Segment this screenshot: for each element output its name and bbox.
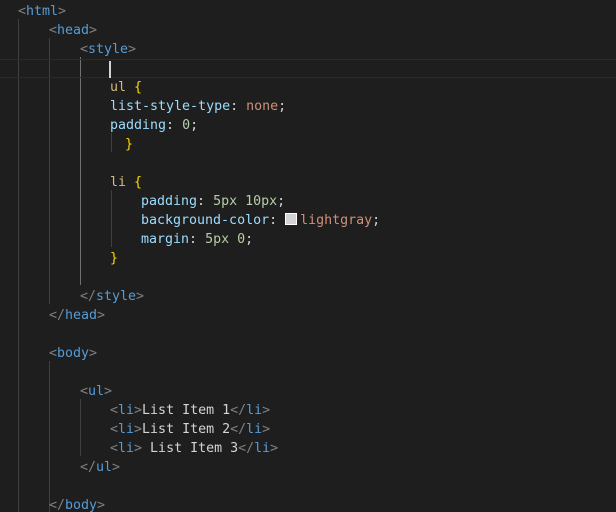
tag-bracket: < [80,384,89,399]
code-line[interactable]: <li>List Item 1</li> [110,401,270,420]
code-line[interactable]: <style> [80,40,136,59]
list-item-text: List Item 2 [142,422,231,437]
css-property: background-color [141,213,270,228]
code-line[interactable]: <body> [49,344,97,363]
code-line[interactable]: </body> [49,496,105,512]
code-line[interactable]: </style> [80,287,144,306]
code-line[interactable]: <head> [49,21,97,40]
tag-bracket: </ [49,308,66,323]
code-line[interactable]: } [125,135,133,154]
tag-name: li [246,422,263,437]
list-item-text: List Item 3 [142,441,239,456]
brace: } [125,137,134,152]
css-selector: li [110,175,127,190]
code-editor[interactable]: <html> <head> <style> ul { list-style-ty… [0,0,616,512]
tag-bracket: </ [80,460,97,475]
css-value: 0 [182,118,191,133]
tag-bracket: > [97,308,106,323]
code-line[interactable]: <html> [18,2,66,21]
tag-name: body [65,498,98,512]
tag-bracket: < [18,4,27,19]
code-line[interactable]: <li>List Item 2</li> [110,420,270,439]
tag-name: li [118,422,135,437]
color-swatch-icon[interactable] [285,213,298,225]
tag-bracket: < [49,346,58,361]
tag-name: li [118,403,135,418]
css-value: none [246,99,279,114]
current-line-highlight [0,59,616,78]
code-line[interactable]: padding: 5px 10px; [141,192,285,211]
tag-name: html [26,4,59,19]
code-line[interactable]: <li> List Item 3</li> [110,439,278,458]
code-line[interactable]: list-style-type: none; [110,97,286,116]
code-line[interactable]: li { [110,173,142,192]
code-line[interactable]: } [110,249,118,268]
css-property: padding [110,118,167,133]
code-line[interactable]: <ul> [80,382,112,401]
indent-guide [111,133,112,152]
css-property: list-style-type [110,99,231,114]
brace: } [110,251,119,266]
css-value: 5px 10px [213,194,278,209]
indent-guide [18,19,19,512]
css-value: lightgray [300,213,373,228]
tag-bracket: > [89,23,98,38]
code-line[interactable]: background-color: lightgray; [141,211,380,230]
tag-name: ul [88,384,105,399]
indent-guide-active [80,57,81,285]
css-property: margin [141,232,190,247]
css-selector: ul [110,80,127,95]
text-cursor [109,61,111,78]
tag-name: li [118,441,135,456]
tag-name: head [57,23,90,38]
brace: { [134,175,143,190]
tag-bracket: < [49,23,58,38]
tag-bracket: > [97,498,106,512]
indent-guide [80,399,81,456]
tag-bracket: < [80,42,89,57]
tag-name: body [57,346,90,361]
tag-name: head [65,308,98,323]
css-property: padding [141,194,198,209]
code-line[interactable]: </head> [49,306,105,325]
code-line[interactable]: margin: 5px 0; [141,230,253,249]
tag-bracket: > [58,4,67,19]
tag-name: style [88,42,129,57]
code-line[interactable]: ul { [110,78,142,97]
code-line[interactable]: </ul> [80,458,120,477]
brace: { [134,80,143,95]
tag-bracket: </ [49,498,66,512]
code-line[interactable]: padding: 0; [110,116,198,135]
indent-guide [49,361,50,512]
tag-bracket: </ [80,289,97,304]
tag-bracket: > [104,384,113,399]
tag-name: ul [96,460,113,475]
tag-name: style [96,289,137,304]
tag-name: li [254,441,271,456]
list-item-text: List Item 1 [142,403,231,418]
tag-bracket: > [136,289,145,304]
tag-bracket: > [112,460,121,475]
tag-name: li [246,403,263,418]
tag-bracket: > [128,42,137,57]
tag-bracket: > [89,346,98,361]
indent-guide [111,190,112,247]
css-value: 5px 0 [205,232,246,247]
